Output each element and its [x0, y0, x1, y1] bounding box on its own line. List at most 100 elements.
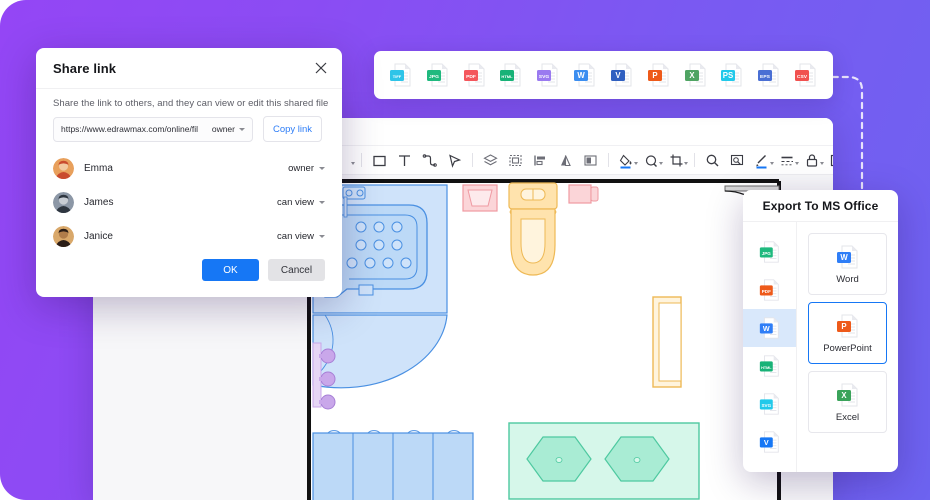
- image-search-icon[interactable]: [725, 149, 750, 171]
- avatar: [53, 192, 74, 213]
- rectangle-tool-icon[interactable]: [367, 149, 392, 171]
- export-sidebar-item-html[interactable]: HTML: [743, 347, 796, 385]
- chevron-down-icon: [659, 162, 663, 165]
- format-icon-svg[interactable]: SVG: [535, 62, 561, 88]
- svg-text:EPS: EPS: [760, 74, 771, 80]
- copy-link-button[interactable]: Copy link: [263, 116, 322, 142]
- svg-text:JPG: JPG: [429, 74, 439, 80]
- svg-text:SVG: SVG: [761, 403, 771, 408]
- chevron-down-icon: [319, 235, 325, 238]
- export-panel-body: JPG PDF W HTML SVG: [743, 222, 898, 472]
- pen-tool-icon[interactable]: [442, 149, 467, 171]
- align-icon[interactable]: [528, 149, 553, 171]
- share-dialog-title: Share link: [53, 61, 116, 76]
- share-link-dialog: Share link Share the link to others, and…: [36, 48, 342, 297]
- ok-button[interactable]: OK: [202, 259, 259, 281]
- svg-text:JPG: JPG: [761, 251, 771, 256]
- svg-text:PDF: PDF: [466, 74, 476, 80]
- close-icon[interactable]: [313, 60, 329, 76]
- export-card-label: PowerPoint: [823, 343, 872, 354]
- export-card-powerpoint[interactable]: P PowerPoint: [808, 302, 887, 364]
- export-sidebar-item-v[interactable]: V: [743, 423, 796, 461]
- toolbar-separator: [472, 153, 473, 167]
- format-icon-tiff[interactable]: TIFF: [388, 62, 414, 88]
- crop-icon[interactable]: [664, 149, 689, 171]
- flip-icon[interactable]: [553, 149, 578, 171]
- line-color-icon[interactable]: [750, 149, 775, 171]
- svg-text:HTML: HTML: [761, 366, 772, 370]
- avatar: [53, 158, 74, 179]
- chevron-down-icon: [351, 162, 355, 165]
- export-sidebar-item-pdf[interactable]: PDF: [743, 271, 796, 309]
- toolbar-separator: [694, 153, 695, 167]
- shared-user-role-dropdown[interactable]: owner: [288, 163, 325, 174]
- export-format-sidebar: JPG PDF W HTML SVG: [743, 222, 797, 472]
- svg-text:X: X: [841, 391, 847, 400]
- svg-text:P: P: [841, 322, 846, 331]
- shadow-icon[interactable]: [639, 149, 664, 171]
- format-icon-p[interactable]: P: [646, 62, 672, 88]
- format-icon-w[interactable]: W: [572, 62, 598, 88]
- format-icon-html[interactable]: HTML: [498, 62, 524, 88]
- share-dialog-actions: OK Cancel: [202, 259, 325, 281]
- svg-text:SVG: SVG: [539, 74, 550, 80]
- share-link-input[interactable]: https://www.edrawmax.com/online/fil owne…: [53, 117, 253, 142]
- export-sidebar-item-jpg[interactable]: JPG: [743, 233, 796, 271]
- shared-user-row: Emma owner: [53, 151, 325, 185]
- zoom-icon[interactable]: [700, 149, 725, 171]
- fill-color-icon[interactable]: [614, 149, 639, 171]
- svg-text:P: P: [652, 71, 657, 80]
- shared-user-role-dropdown[interactable]: can view: [277, 231, 325, 242]
- connector-tool-icon[interactable]: [417, 149, 442, 171]
- share-link-permission-dropdown[interactable]: owner: [212, 124, 245, 134]
- format-icon-jpg[interactable]: JPG: [425, 62, 451, 88]
- format-icon-v[interactable]: V: [609, 62, 635, 88]
- svg-text:W: W: [762, 324, 769, 333]
- chevron-down-icon: [634, 162, 638, 165]
- chevron-down-icon: [795, 162, 799, 165]
- chevron-down-icon: [770, 162, 774, 165]
- export-panel-title: Export To MS Office: [743, 190, 898, 222]
- shared-user-role-dropdown[interactable]: can view: [277, 197, 325, 208]
- svg-text:W: W: [840, 253, 848, 262]
- group-icon[interactable]: [503, 149, 528, 171]
- shared-user-role-label: can view: [277, 231, 314, 242]
- layers-icon[interactable]: [478, 149, 503, 171]
- format-icon-eps[interactable]: EPS: [756, 62, 782, 88]
- export-sidebar-item-w[interactable]: W: [743, 309, 796, 347]
- share-dialog-header: Share link: [36, 48, 342, 89]
- format-icon-pdf[interactable]: PDF: [462, 62, 488, 88]
- export-target-cards: W Word P PowerPoint X Excel: [797, 222, 898, 472]
- screen-root: Help: [0, 0, 930, 500]
- svg-text:HTML: HTML: [502, 74, 514, 79]
- export-sidebar-item-svg[interactable]: SVG: [743, 385, 796, 423]
- line-style-icon[interactable]: [775, 149, 800, 171]
- position-icon[interactable]: [578, 149, 603, 171]
- format-icon-ps[interactable]: PS: [719, 62, 745, 88]
- svg-text:TIFF: TIFF: [393, 74, 402, 79]
- svg-text:PDF: PDF: [761, 289, 770, 294]
- export-format-bar: TIFF JPG PDF HTML SVG: [374, 51, 833, 99]
- cancel-button[interactable]: Cancel: [268, 259, 325, 281]
- avatar: [53, 226, 74, 247]
- export-card-label: Word: [836, 274, 859, 285]
- shared-user-role-label: can view: [277, 197, 314, 208]
- shared-user-name: James: [84, 197, 113, 208]
- svg-text:PS: PS: [723, 71, 733, 80]
- export-card-excel[interactable]: X Excel: [808, 371, 887, 433]
- toolbar-separator: [608, 153, 609, 167]
- svg-text:X: X: [689, 71, 695, 80]
- format-icon-x[interactable]: X: [683, 62, 709, 88]
- chevron-down-icon: [684, 162, 688, 165]
- toolbar-separator: [361, 153, 362, 167]
- chevron-down-icon: [319, 167, 325, 170]
- text-tool-icon[interactable]: [392, 149, 417, 171]
- svg-text:CSV: CSV: [797, 74, 808, 80]
- chevron-down-icon: [239, 128, 245, 131]
- format-icon-csv[interactable]: CSV: [793, 62, 819, 88]
- shared-user-role-label: owner: [288, 163, 314, 174]
- share-link-permission-label: owner: [212, 124, 235, 134]
- shared-user-list: Emma owner James can view: [53, 151, 325, 253]
- share-link-url: https://www.edrawmax.com/online/fil: [61, 124, 212, 134]
- export-card-word[interactable]: W Word: [808, 233, 887, 295]
